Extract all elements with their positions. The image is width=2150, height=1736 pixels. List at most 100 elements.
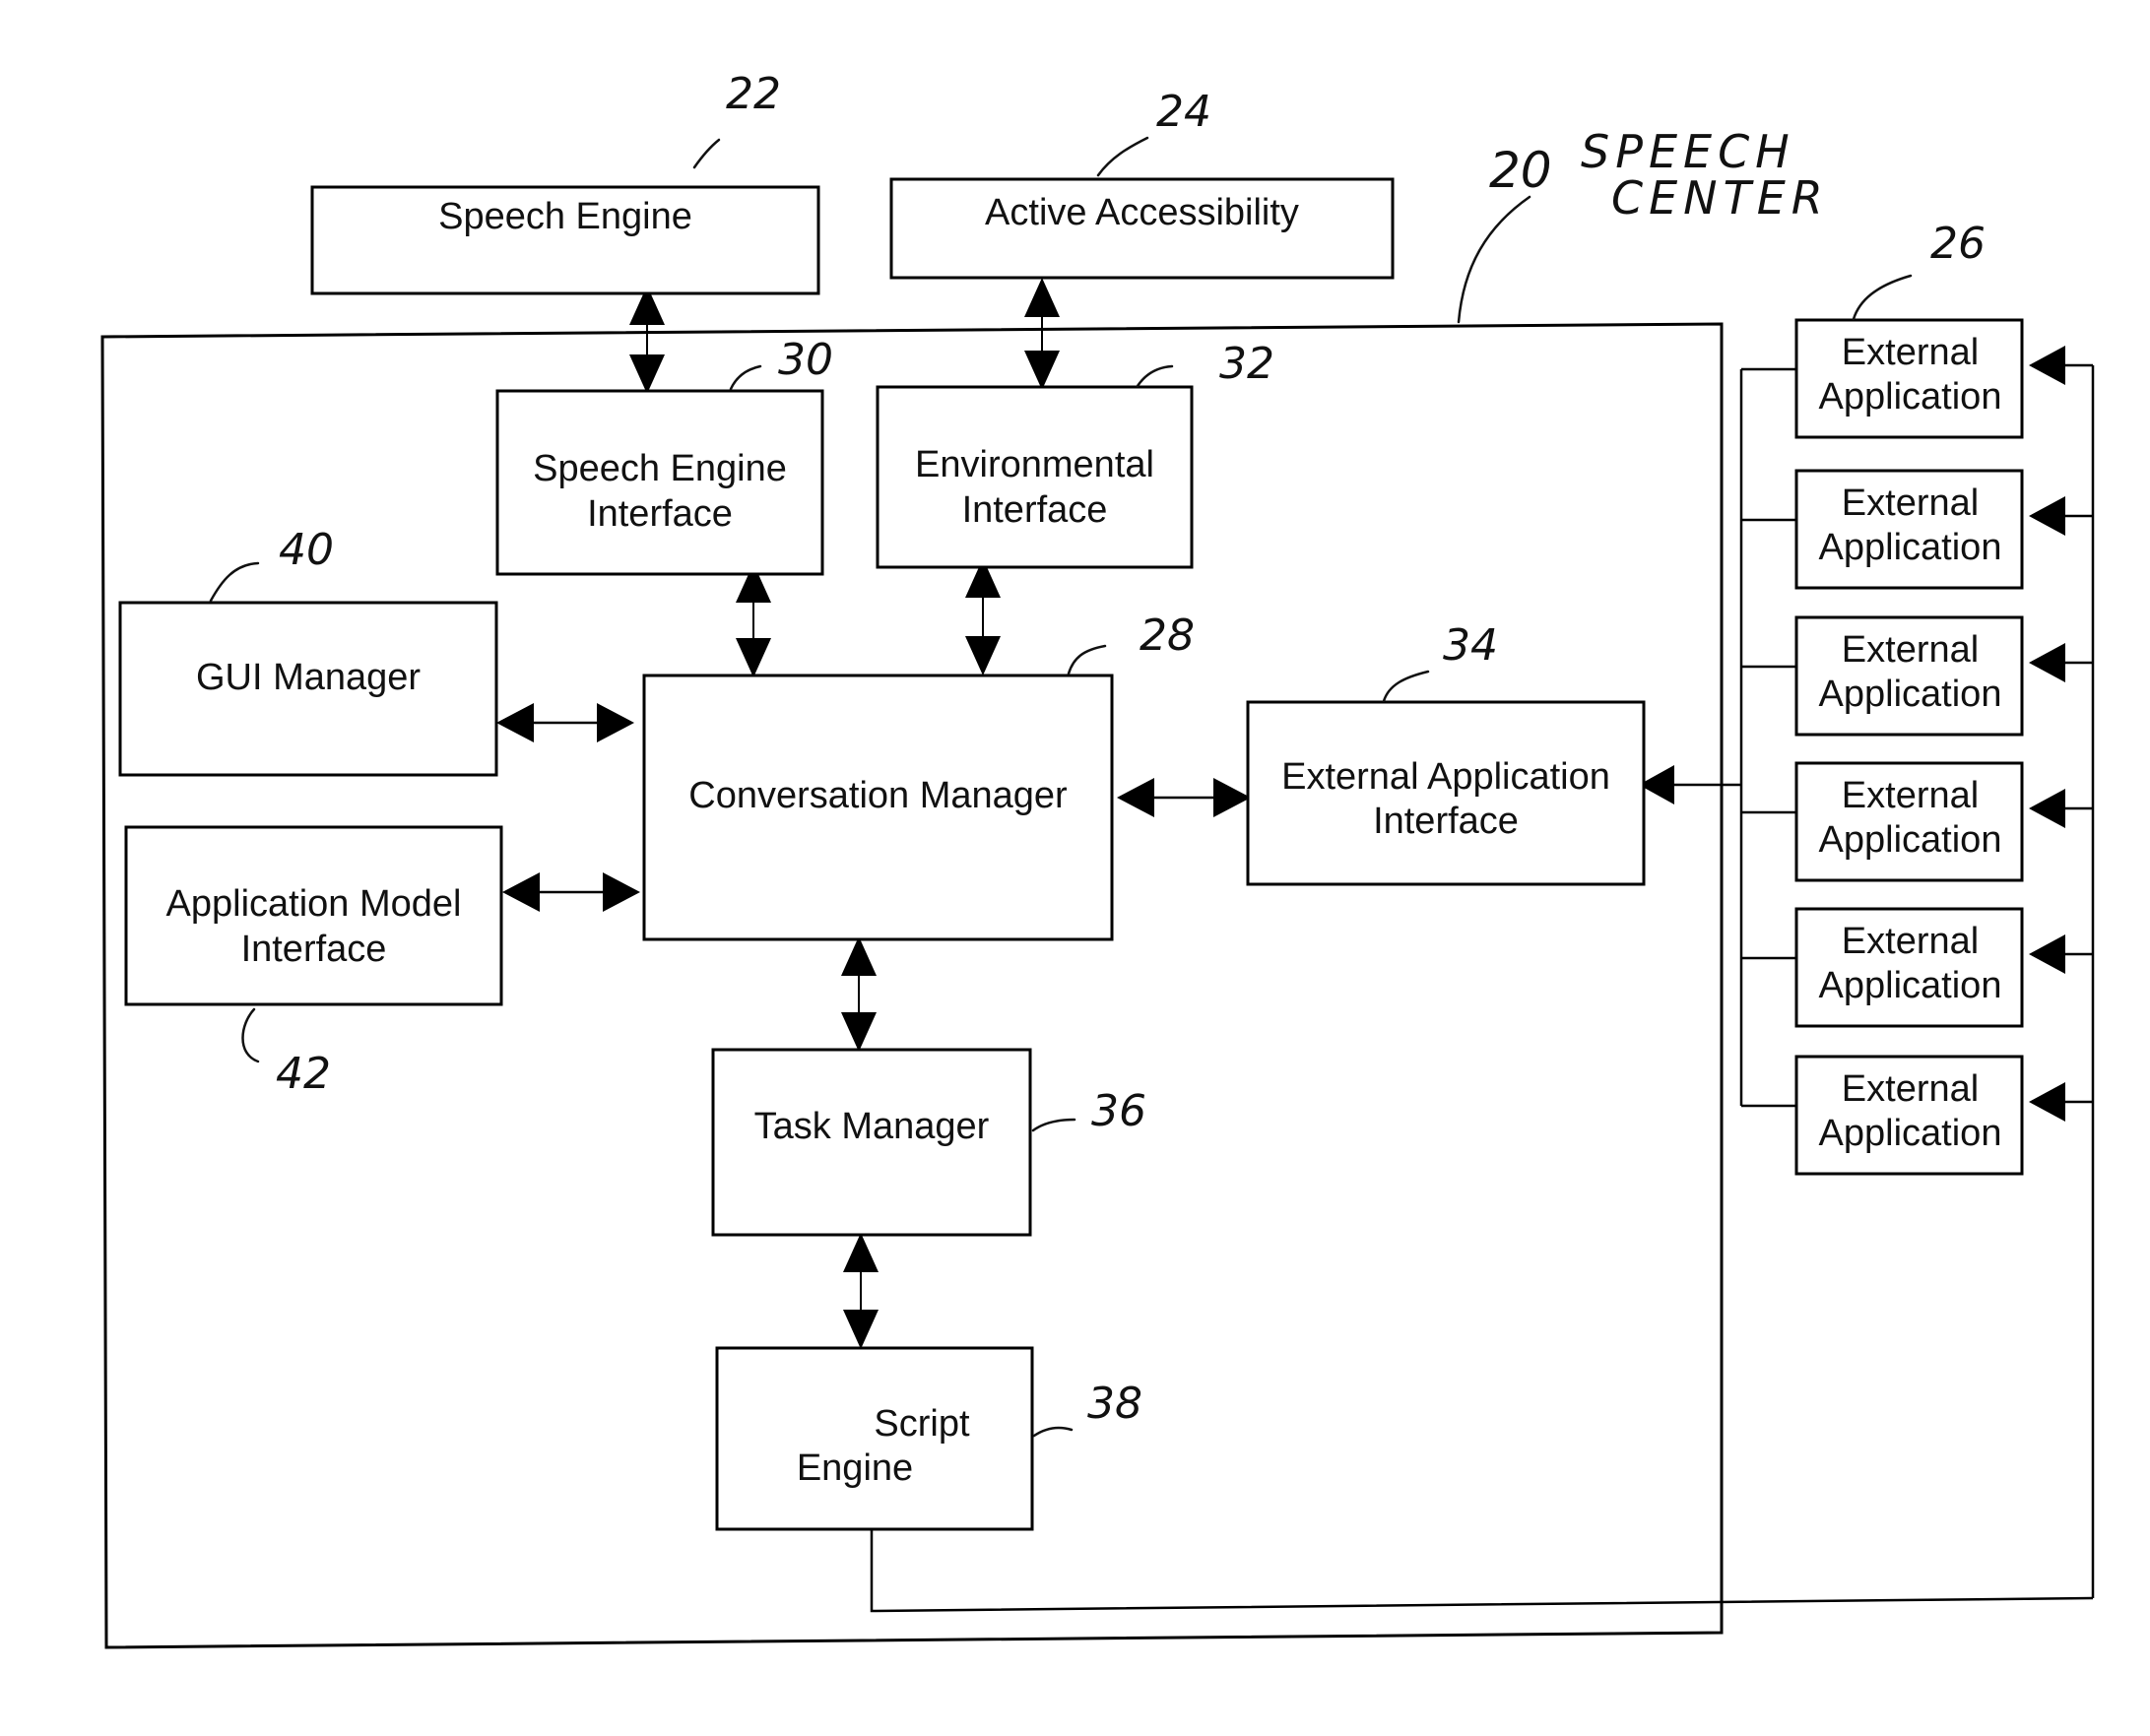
script-engine-ref-leader (1032, 1426, 1074, 1438)
blocks-layer: Speech Engine Active Accessibility Speech … (118, 177, 2024, 1531)
application-model-interface-block: Application ModelInterface (124, 825, 503, 1006)
script-engine-output-line (870, 1529, 2094, 1613)
external-application-block: ExternalApplication (1794, 318, 2024, 439)
external-application-interface-ref-number: 34 (1443, 620, 1498, 671)
application-model-interface-label-line-2: Interface (241, 929, 387, 970)
arrowhead-up-icon (843, 1233, 879, 1272)
external-application-interface-ref-leader (1382, 670, 1430, 703)
arrowhead-left-icon (2029, 346, 2065, 385)
task-manager-ref-leader (1031, 1118, 1076, 1132)
task-manager-label-line-1: Task Manager (754, 1106, 990, 1147)
arrowhead-right-icon (1213, 778, 1251, 817)
external-application-label-line-1: External (1842, 332, 1979, 373)
speech-engine-interface-block: Speech EngineInterface (495, 389, 824, 576)
arrowhead-left-icon (2029, 934, 2065, 974)
external-application-label-line-2: Application (1819, 376, 2002, 418)
script-engine-label-line-2: Engine (797, 1447, 913, 1489)
application-model-interface-label-line-1: Application Model (166, 883, 462, 925)
environmental-interface-ref-number: 32 (1219, 339, 1274, 389)
script-engine-ref-number: 38 (1087, 1379, 1142, 1429)
arrow-speech-interface-to-conversation (736, 563, 771, 677)
external-application-block: ExternalApplication (1794, 907, 2024, 1028)
arrow-gui-to-conversation (496, 703, 634, 742)
environmental-interface-block: EnvironmentalInterface (876, 385, 1194, 569)
arrow-accessibility-to-environmental (1024, 278, 1060, 390)
arrowhead-down-icon (843, 1310, 879, 1349)
arrowhead-down-icon (1024, 351, 1060, 390)
conversation-manager-block: Conversation Manager (642, 674, 1114, 941)
environmental-interface-label-line-2: Interface (962, 489, 1108, 531)
speech-center-block-diagram: Speech Engine Active Accessibility Speech … (100, 69, 2095, 1649)
external-applications-ref-number: 26 (1930, 219, 1986, 269)
arrowhead-down-icon (841, 1012, 877, 1052)
conversation-manager-ref-number: 28 (1140, 611, 1195, 661)
external-application-label-line-2: Application (1819, 965, 2002, 1006)
arrowhead-down-icon (965, 636, 1001, 675)
external-application-block: ExternalApplication (1794, 469, 2024, 590)
external-application-block: ExternalApplication (1794, 1055, 2024, 1176)
external-application-label-line-1: External (1842, 1068, 1979, 1110)
external-application-label-line-2: Application (1819, 674, 2002, 715)
external-application-block: ExternalApplication (1794, 615, 2024, 737)
external-application-label-line-1: External (1842, 775, 1979, 816)
arrowhead-down-icon (629, 354, 665, 394)
arrowhead-down-icon (736, 638, 771, 677)
arrowhead-left-icon (2029, 496, 2065, 536)
arrow-appmodel-to-conversation (502, 872, 640, 912)
gui-manager-label-line-1: GUI Manager (196, 657, 421, 698)
application-model-interface-ref-number: 42 (276, 1049, 331, 1099)
speech-center-label-line1: SPEECH (1581, 125, 1795, 178)
task-manager-block: Task Manager (711, 1048, 1032, 1237)
external-application-label-line-2: Application (1819, 819, 2002, 861)
external-application-label-line-2: Application (1819, 527, 2002, 568)
arrowhead-left-icon (502, 872, 540, 912)
external-application-label-line-1: External (1842, 482, 1979, 524)
speech-engine-ref-leader (692, 138, 721, 169)
speech-engine-label-line-1: Speech Engine (438, 196, 692, 237)
external-application-interface-label-line-1: External Application (1281, 756, 1610, 798)
arrowhead-right-icon (603, 872, 640, 912)
speech-center-label: 20 SPEECH CENTER (1457, 125, 1829, 324)
application-model-interface-ref-leader (241, 1007, 260, 1063)
speech-center-leader (1457, 195, 1531, 324)
external-application-label-line-2: Application (1819, 1113, 2002, 1154)
environmental-interface-label-line-1: Environmental (915, 444, 1154, 485)
conversation-manager-label-line-1: Conversation Manager (688, 775, 1068, 816)
task-manager-ref-number: 36 (1091, 1086, 1146, 1136)
environmental-interface-ref-leader (1136, 364, 1174, 388)
speech-engine-interface-ref-number: 30 (778, 335, 833, 385)
arrowhead-up-icon (841, 936, 877, 976)
arrowhead-up-icon (1024, 278, 1060, 317)
external-application-label-line-1: External (1842, 629, 1979, 671)
conversation-manager-ref-leader (1067, 644, 1107, 675)
speech-engine-interface-ref-leader (729, 364, 762, 391)
arrow-conversation-to-external-interface (1117, 778, 1251, 817)
gui-manager-ref-number: 40 (279, 525, 334, 575)
speech-center-ref: 20 (1489, 142, 1552, 199)
external-application-interface-block: External ApplicationInterface (1246, 700, 1646, 886)
external-application-interface-label-line-2: Interface (1373, 801, 1519, 842)
speech-engine-interface-label-line-1: Speech Engine (533, 448, 787, 489)
external-applications-ref-leader (1852, 274, 1913, 321)
speech-engine-ref-number: 22 (726, 69, 781, 119)
gui-manager-ref-leader (209, 561, 260, 603)
arrowhead-left-icon (1117, 778, 1154, 817)
external-application-block: ExternalApplication (1794, 761, 2024, 882)
active-accessibility-block: Active Accessibility (889, 177, 1395, 280)
speech-engine-interface-label-line-2: Interface (587, 493, 733, 535)
arrowhead-left-icon (2029, 1082, 2065, 1122)
active-accessibility-ref-leader (1096, 136, 1149, 177)
speech-center-label-line2: CENTER (1611, 171, 1829, 225)
arrow-conversation-to-task (841, 936, 877, 1052)
arrow-environmental-to-conversation (965, 558, 1001, 675)
arrow-task-to-script (843, 1233, 879, 1349)
active-accessibility-ref-number: 24 (1156, 87, 1211, 137)
speech-engine-block: Speech Engine (310, 185, 820, 295)
script-engine-label-line-1: Script (874, 1403, 970, 1445)
script-engine-block: ScriptEngine (715, 1346, 1034, 1531)
arrowhead-left-icon (496, 703, 534, 742)
arrow-speech-engine-to-interface (629, 286, 665, 394)
arrowhead-left-icon (2029, 789, 2065, 828)
arrowhead-right-icon (597, 703, 634, 742)
active-accessibility-label-line-1: Active Accessibility (985, 192, 1299, 233)
